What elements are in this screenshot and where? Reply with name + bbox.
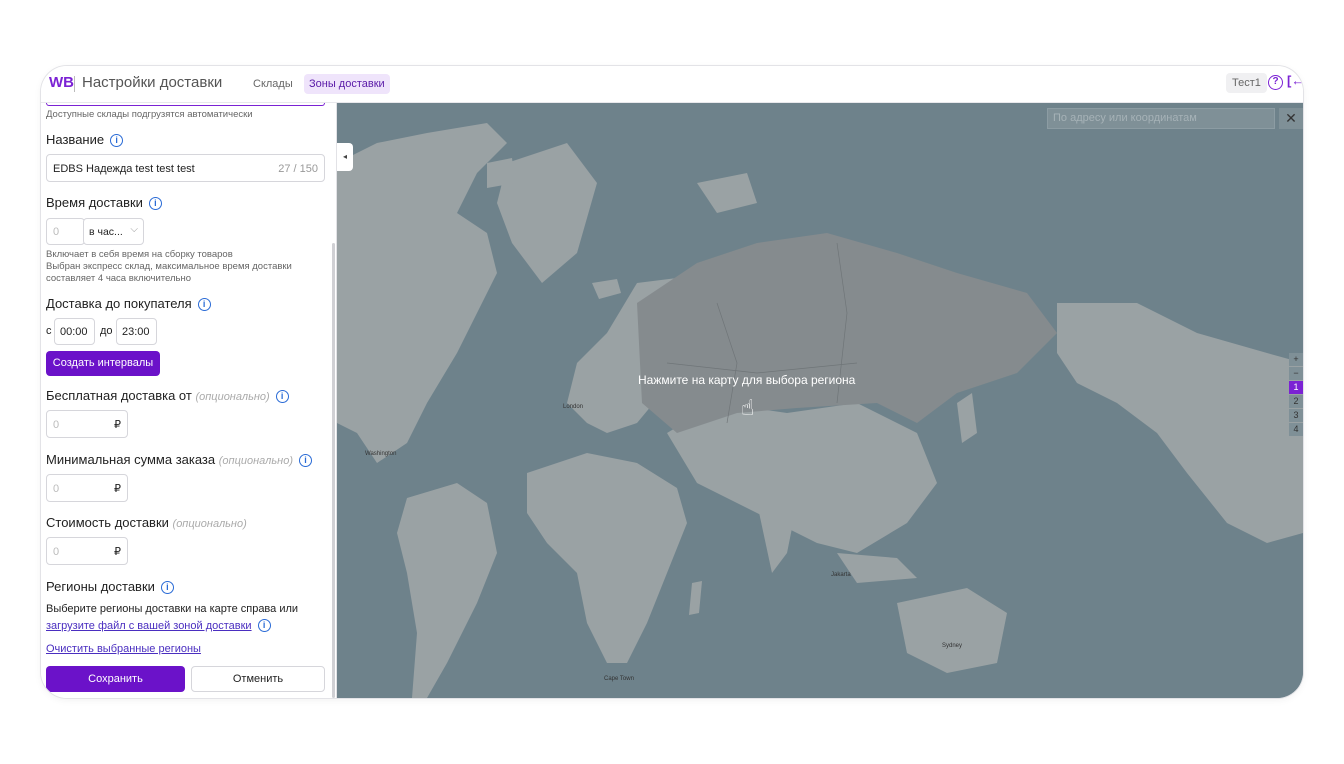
optional-tag: (опционально) [195,391,270,403]
clear-regions-link[interactable]: Очистить выбранные регионы [46,643,201,655]
map-city-label: Jakarta [831,572,851,578]
sidebar-scrollbar[interactable] [332,243,335,698]
time-to-input[interactable]: 23:00 [116,318,157,345]
free-delivery-label-text: Бесплатная доставка от [46,388,192,403]
region-map[interactable]: Washington London Cape Town Jakarta Sydn… [337,103,1303,698]
zoom-in-button[interactable]: + [1289,353,1303,366]
logo[interactable]: WB [49,74,74,91]
delivery-cost-placeholder: 0 [53,546,60,558]
delivery-time-placeholder: 0 [53,226,60,238]
help-icon[interactable]: ? [1268,75,1283,90]
express-hint-line-1: Выбран экспресс склад, максимальное врем… [46,261,292,272]
ruble-icon: ₽ [114,546,121,558]
regions-instructions: Выберите регионы доставки на карте справ… [46,603,299,615]
delivery-time-label-text: Время доставки [46,195,143,210]
map-city-label: London [563,404,584,410]
logout-icon[interactable]: [← [1287,73,1303,88]
map-city-label: Cape Town [604,676,634,682]
time-from-value: 00:00 [60,326,88,338]
info-icon[interactable]: i [148,197,162,210]
world-map-svg[interactable] [337,103,1303,698]
warehouses-hint: Доступные склады подгрузятся автоматичес… [46,109,253,120]
to-customer-label: Доставка до покупателя i [46,296,211,311]
free-delivery-placeholder: 0 [53,419,60,431]
info-icon[interactable]: i [299,454,312,467]
page-title: Настройки доставки [82,74,223,91]
name-input-value: EDBS Надежда test test test [53,163,195,175]
map-zoom-control: + − 1 2 3 4 [1289,353,1303,437]
time-to-value: 23:00 [122,326,150,338]
upload-zone-file-link[interactable]: загрузите файл с вашей зоной доставки [46,620,252,632]
hand-pointer-icon: ☝ [741,395,755,420]
info-icon[interactable]: i [197,298,211,311]
info-icon[interactable]: i [275,390,289,403]
min-order-label-text: Минимальная сумма заказа [46,452,216,467]
zoom-level-3[interactable]: 3 [1289,409,1303,422]
info-icon[interactable]: i [160,581,174,594]
map-city-label: Washington [365,451,397,457]
regions-label: Регионы доставки i [46,579,174,594]
collapse-sidebar-button[interactable]: ◂ [337,143,353,171]
name-label-text: Название [46,132,105,147]
warehouse-select-edge[interactable] [46,103,325,106]
zoom-level-2[interactable]: 2 [1289,395,1303,408]
info-icon[interactable]: i [257,619,271,632]
upload-zone-row: загрузите файл с вашей зоной доставки i [46,617,271,634]
to-customer-label-text: Доставка до покупателя [46,296,192,311]
free-delivery-label: Бесплатная доставка от (опционально) i [46,388,289,403]
delivery-cost-label-text: Стоимость доставки [46,515,169,530]
chevron-down-icon: ⌵ [130,224,138,235]
map-search-input[interactable]: По адресу или координатам [1047,108,1275,129]
free-delivery-input[interactable]: 0 ₽ [46,410,128,438]
to-prefix: до [100,325,113,337]
map-click-hint: Нажмите на карту для выбора региона [638,373,856,387]
close-icon[interactable]: ✕ [1279,108,1303,129]
min-order-input[interactable]: 0 ₽ [46,474,128,502]
tab-warehouses[interactable]: Склады [248,74,298,94]
header: WB Настройки доставки Склады Зоны достав… [41,66,1303,103]
ruble-icon: ₽ [114,419,121,431]
zoom-level-4[interactable]: 4 [1289,423,1303,436]
optional-tag: (опционально) [172,518,247,530]
cancel-button[interactable]: Отменить [191,666,325,692]
user-badge[interactable]: Тест1 [1226,73,1267,93]
delivery-time-input[interactable]: 0 [46,218,85,245]
delivery-time-unit-value: в час... [89,226,123,238]
name-input[interactable]: EDBS Надежда test test test 27 / 150 [46,154,325,182]
from-prefix: с [46,325,52,337]
delivery-cost-input[interactable]: 0 ₽ [46,537,128,565]
tab-delivery-zones[interactable]: Зоны доставки [304,74,390,94]
zoom-level-1[interactable]: 1 [1289,381,1303,394]
delivery-time-unit-select[interactable]: в час... ⌵ [83,218,144,245]
ruble-icon: ₽ [114,483,121,495]
name-label: Название i [46,132,124,147]
zoom-out-button[interactable]: − [1289,367,1303,380]
regions-label-text: Регионы доставки [46,579,155,594]
map-city-label: Sydney [942,643,963,649]
express-hint-line-2: составляет 4 часа включительно [46,273,191,284]
logo-divider [74,76,75,92]
optional-tag: (опционально) [218,455,293,467]
min-order-placeholder: 0 [53,483,60,495]
delivery-time-label: Время доставки i [46,195,162,210]
name-char-counter: 27 / 150 [278,163,318,175]
time-from-input[interactable]: 00:00 [54,318,95,345]
info-icon[interactable]: i [110,134,124,147]
create-intervals-button[interactable]: Создать интервалы [46,351,160,376]
settings-sidebar: Доступные склады подгрузятся автоматичес… [41,103,337,698]
app-window: WB Настройки доставки Склады Зоны достав… [41,66,1303,698]
delivery-cost-label: Стоимость доставки (опционально) [46,515,247,530]
save-button[interactable]: Сохранить [46,666,185,692]
min-order-label: Минимальная сумма заказа (опционально) i [46,452,312,467]
delivery-time-hint: Включает в себя время на сборку товаров [46,249,233,260]
